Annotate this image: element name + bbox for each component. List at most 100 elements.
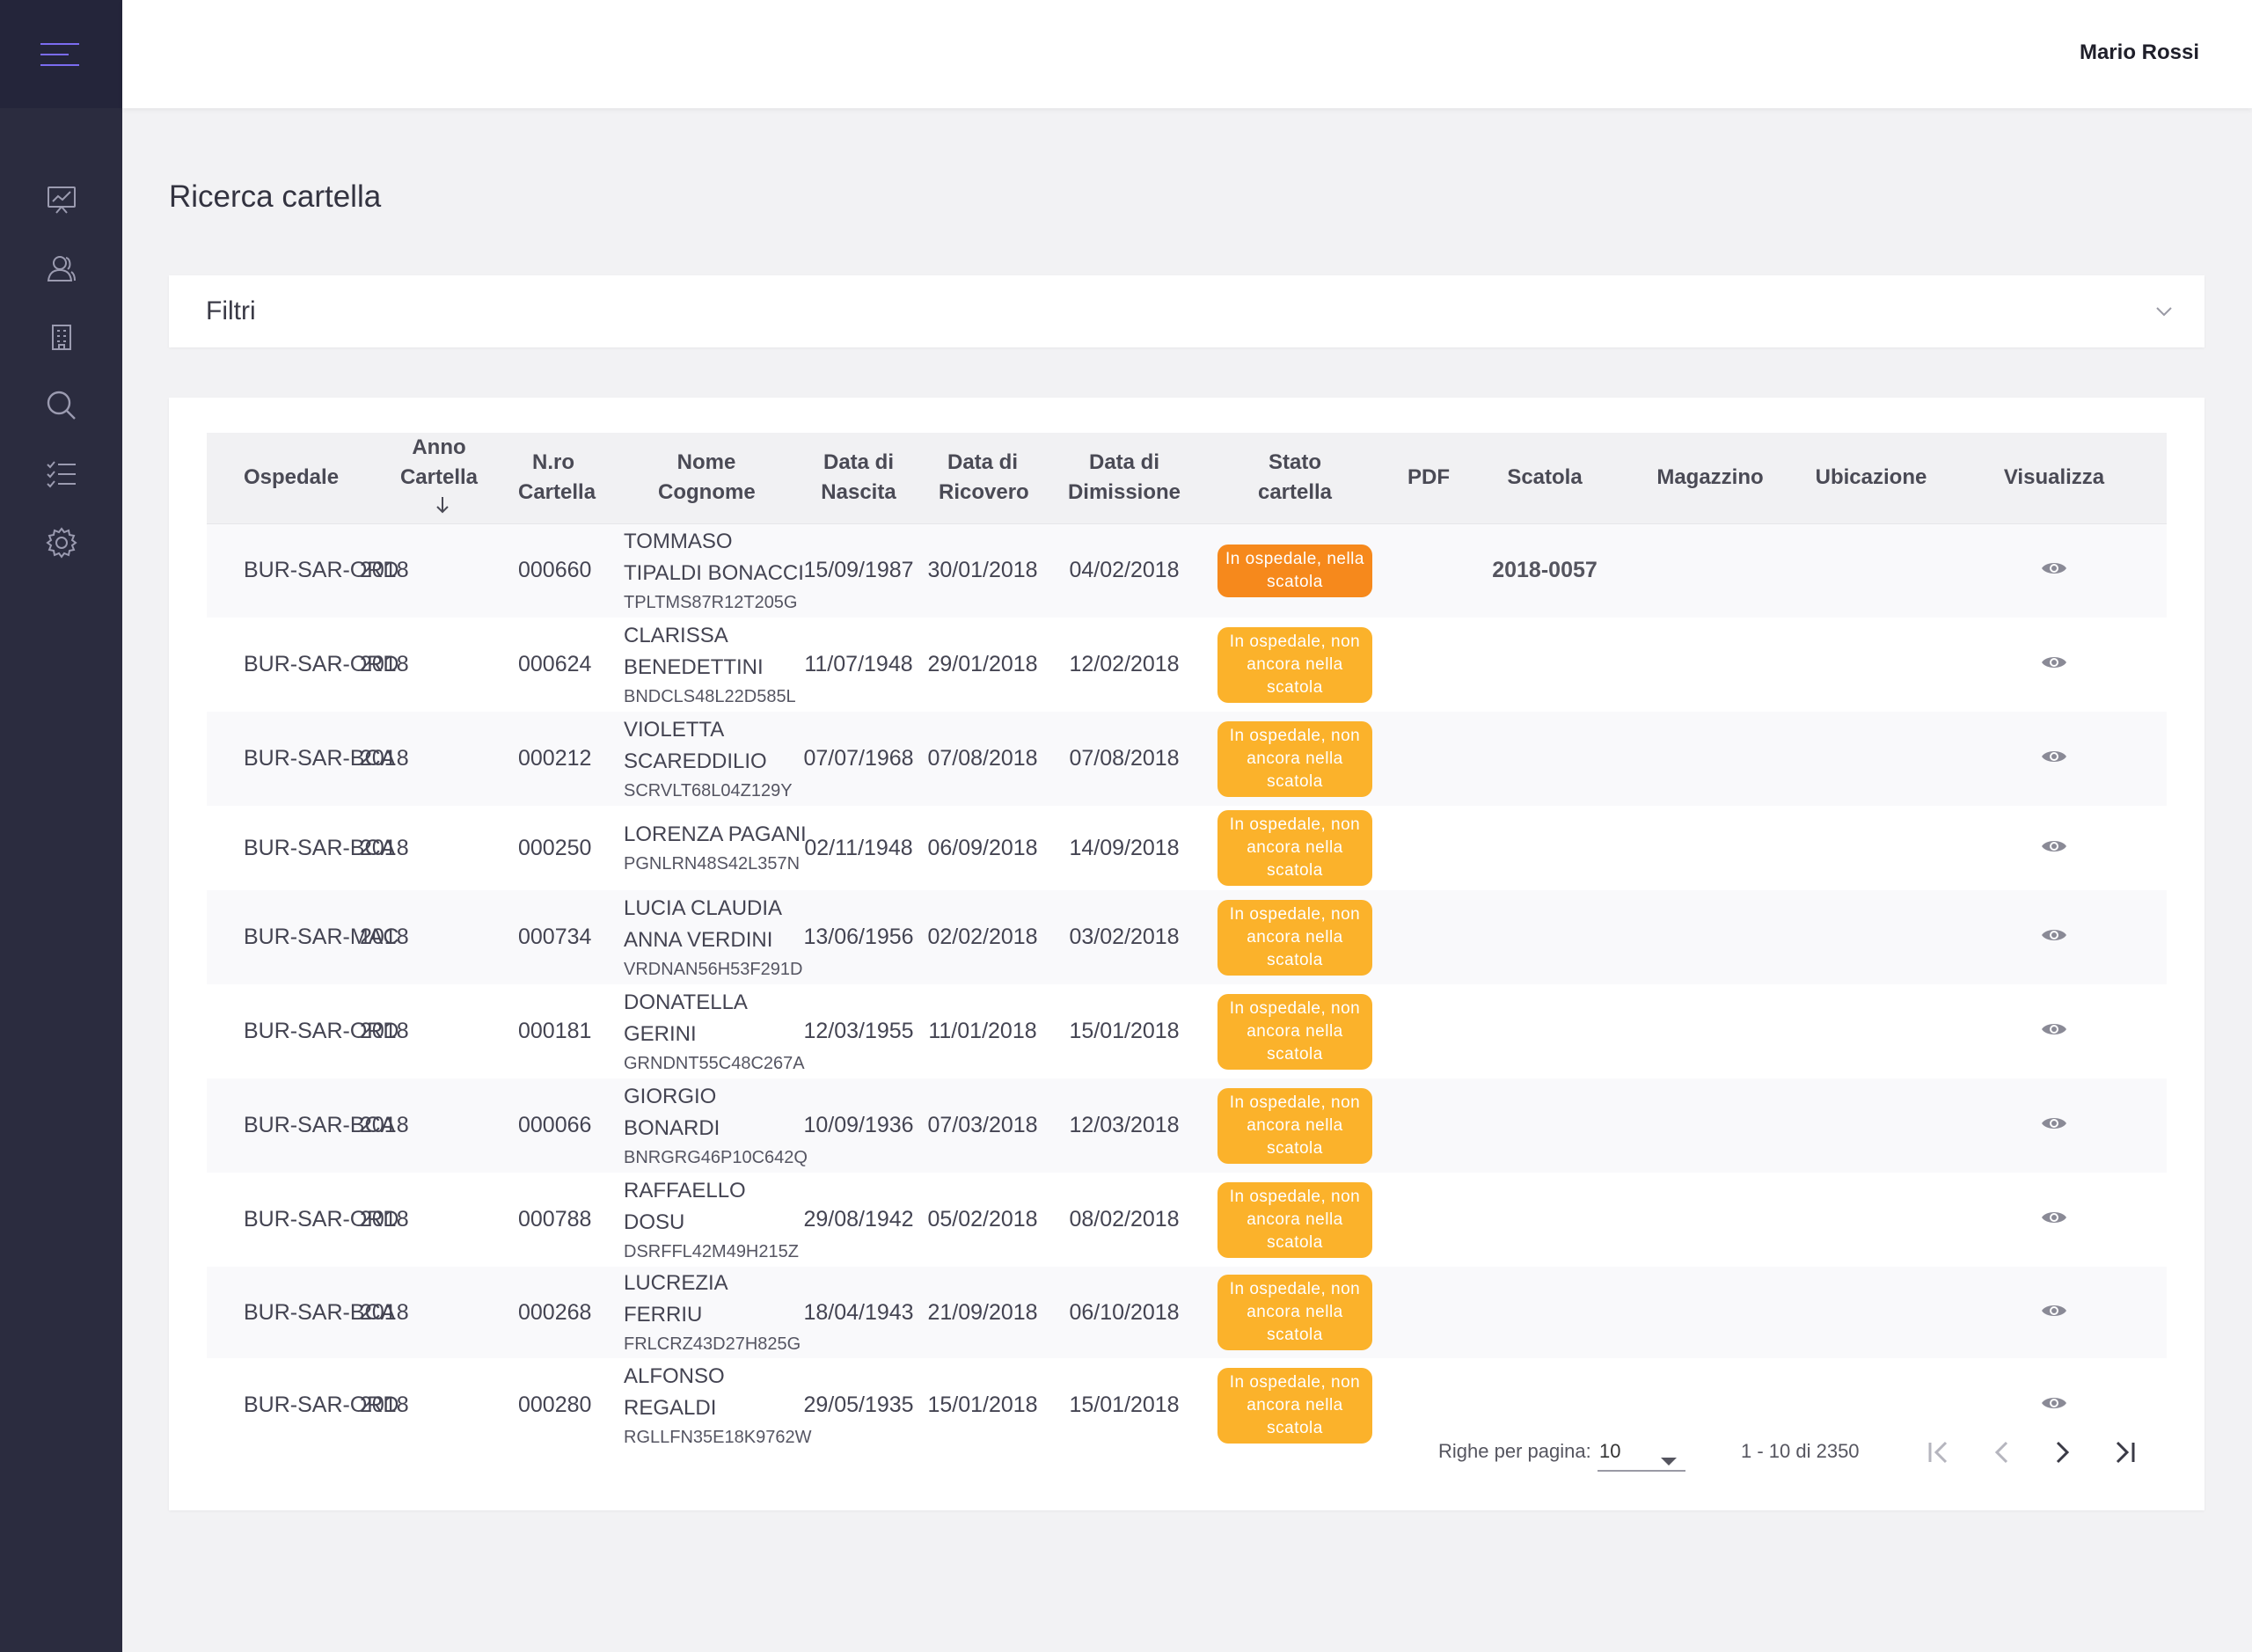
col-header-ricovero[interactable]: Data di Ricovero [919,433,1046,524]
eye-icon[interactable] [2041,1113,2067,1138]
eye-icon[interactable] [2041,1393,2067,1418]
patient-name: GIORGIO BONARDI [624,1084,720,1140]
cell-scatola [1470,1078,1620,1173]
eye-icon[interactable] [2041,746,2067,771]
col-header-nascita[interactable]: Data di Nascita [798,433,919,524]
cell-ubicazione [1801,806,1941,890]
patient-fiscal-code: BNDCLS48L22D585L [624,686,796,706]
last-page-button[interactable] [2105,1435,2144,1473]
filters-panel[interactable]: Filtri [169,275,2204,347]
cell-nascita: 29/08/1942 [803,1207,914,1232]
sidebar-item-users[interactable] [0,234,122,303]
cell-stato: In ospedale, non ancora nella scatola [1203,1267,1387,1358]
cell-scatola [1470,712,1620,806]
cell-scatola [1470,1173,1620,1267]
col-header-scatola[interactable]: Scatola [1470,433,1620,524]
cell-pdf [1387,984,1470,1078]
cell-visualizza [1941,523,2167,618]
eye-icon[interactable] [2041,836,2067,861]
cell-scatola: 2018-0057 [1492,558,1598,583]
caret-down-icon [1661,1449,1677,1472]
cell-dimissione: 08/02/2018 [1069,1207,1180,1232]
table-row[interactable]: BUR-SAR-BCA 2018 000212 VIOLETTA SCAREDD… [207,712,2167,807]
cell-ospedale: BUR-SAR-ORD [244,1207,399,1232]
col-header-nro[interactable]: N.ro Cartella [492,433,615,524]
cell-pdf [1387,523,1470,618]
cell-visualizza [1941,1173,2167,1267]
cell-magazzino [1620,523,1801,618]
search-icon [46,390,77,421]
eye-icon[interactable] [2041,558,2067,583]
table-row[interactable]: BUR-SAR-BCA 2018 000066 GIORGIO BONARDI B… [207,1078,2167,1173]
cell-visualizza [1941,890,2167,984]
table-row[interactable]: BUR-SAR-ORD 2018 000624 CLARISSA BENEDET… [207,618,2167,713]
sidebar-header [0,0,122,108]
cell-ubicazione [1801,1173,1941,1267]
col-header-dimissione[interactable]: Data di Dimissione [1046,433,1203,524]
patient-name: RAFFAELLO DOSU [624,1178,746,1234]
cell-stato: In ospedale, non ancora nella scatola [1203,890,1387,984]
status-badge: In ospedale, non ancora nella scatola [1217,1275,1372,1351]
chart-icon [47,185,77,215]
table-row[interactable]: BUR-SAR-MAC 2018 000734 LUCIA CLAUDIA AN… [207,890,2167,985]
cell-ricovero: 11/01/2018 [928,1019,1037,1044]
col-header-magazzino[interactable]: Magazzino [1620,433,1801,524]
cell-anno: 2018 [360,1113,409,1138]
next-page-button[interactable] [2044,1435,2082,1473]
cell-stato: In ospedale, nella scatola [1203,523,1387,618]
eye-icon[interactable] [2041,925,2067,950]
cell-ubicazione [1801,1078,1941,1173]
table-row[interactable]: BUR-SAR-ORD 2018 000181 DONATELLA GERINI… [207,984,2167,1079]
table-row[interactable]: BUR-SAR-ORD 2018 000788 RAFFAELLO DOSU DS… [207,1173,2167,1268]
cell-magazzino [1620,806,1801,890]
gear-icon [45,527,77,559]
table-row[interactable]: BUR-SAR-BCA 2018 000250 LORENZA PAGANI PG… [207,806,2167,891]
sidebar-item-dashboard[interactable] [0,165,122,234]
cell-nome: RAFFAELLO DOSU DSRFFL42M49H215Z [615,1173,799,1267]
cell-ubicazione [1801,1267,1941,1358]
patient-fiscal-code: TPLTMS87R12T205G [624,592,798,612]
sort-descending-icon[interactable] [435,493,450,523]
sidebar-item-search[interactable] [0,371,122,440]
cell-nro: 000660 [518,558,592,583]
eye-icon[interactable] [2041,1300,2067,1326]
eye-icon[interactable] [2041,1019,2067,1044]
col-header-anno[interactable]: Anno Cartella [355,433,492,524]
cell-nascita: 18/04/1943 [803,1299,914,1325]
cell-nro: 000624 [518,652,592,677]
cell-magazzino [1620,1173,1801,1267]
cell-ospedale: BUR-SAR-MAC [244,925,399,950]
col-header-ospedale[interactable]: Ospedale [207,433,355,524]
cell-ubicazione [1801,618,1941,712]
cell-nome: LUCREZIA FERRIU FRLCRZ43D27H825G [615,1267,801,1358]
sidebar-item-archive[interactable] [0,303,122,371]
cell-magazzino [1620,618,1801,712]
table-row[interactable]: BUR-SAR-BCA 2018 000268 LUCREZIA FERRIU F… [207,1267,2167,1359]
cell-ricovero: 05/02/2018 [927,1207,1038,1232]
sidebar-item-settings[interactable] [0,508,122,577]
sidebar-item-tasks[interactable] [0,440,122,508]
cell-ricovero: 30/01/2018 [927,558,1038,583]
first-page-button[interactable] [1919,1435,1958,1473]
sidebar [0,0,122,1652]
rows-per-page-select[interactable]: 10 [1598,1435,1685,1472]
cell-ricovero: 29/01/2018 [927,652,1038,677]
chevron-right-icon [2055,1441,2071,1468]
table-row[interactable]: BUR-SAR-ORD 2018 000660 TOMMASO TIPALDI … [207,523,2167,618]
user-name[interactable]: Mario Rossi [2080,40,2199,65]
col-header-visualizza[interactable]: Visualizza [1941,433,2167,524]
menu-icon[interactable] [40,41,83,68]
cell-visualizza [1941,1267,2167,1358]
eye-icon[interactable] [2041,1207,2067,1232]
chevron-down-icon[interactable] [2155,305,2173,321]
previous-page-button[interactable] [1982,1435,2021,1473]
col-header-ubicazione[interactable]: Ubicazione [1801,433,1941,524]
last-page-icon [2112,1441,2137,1468]
eye-icon[interactable] [2041,652,2067,677]
patient-fiscal-code: DSRFFL42M49H215Z [624,1241,799,1261]
cell-anno: 2018 [360,835,409,860]
cell-visualizza [1941,806,2167,890]
col-header-nome[interactable]: Nome Cognome [615,433,798,524]
col-header-stato[interactable]: Stato cartella [1203,433,1387,524]
col-header-pdf[interactable]: PDF [1387,433,1470,524]
